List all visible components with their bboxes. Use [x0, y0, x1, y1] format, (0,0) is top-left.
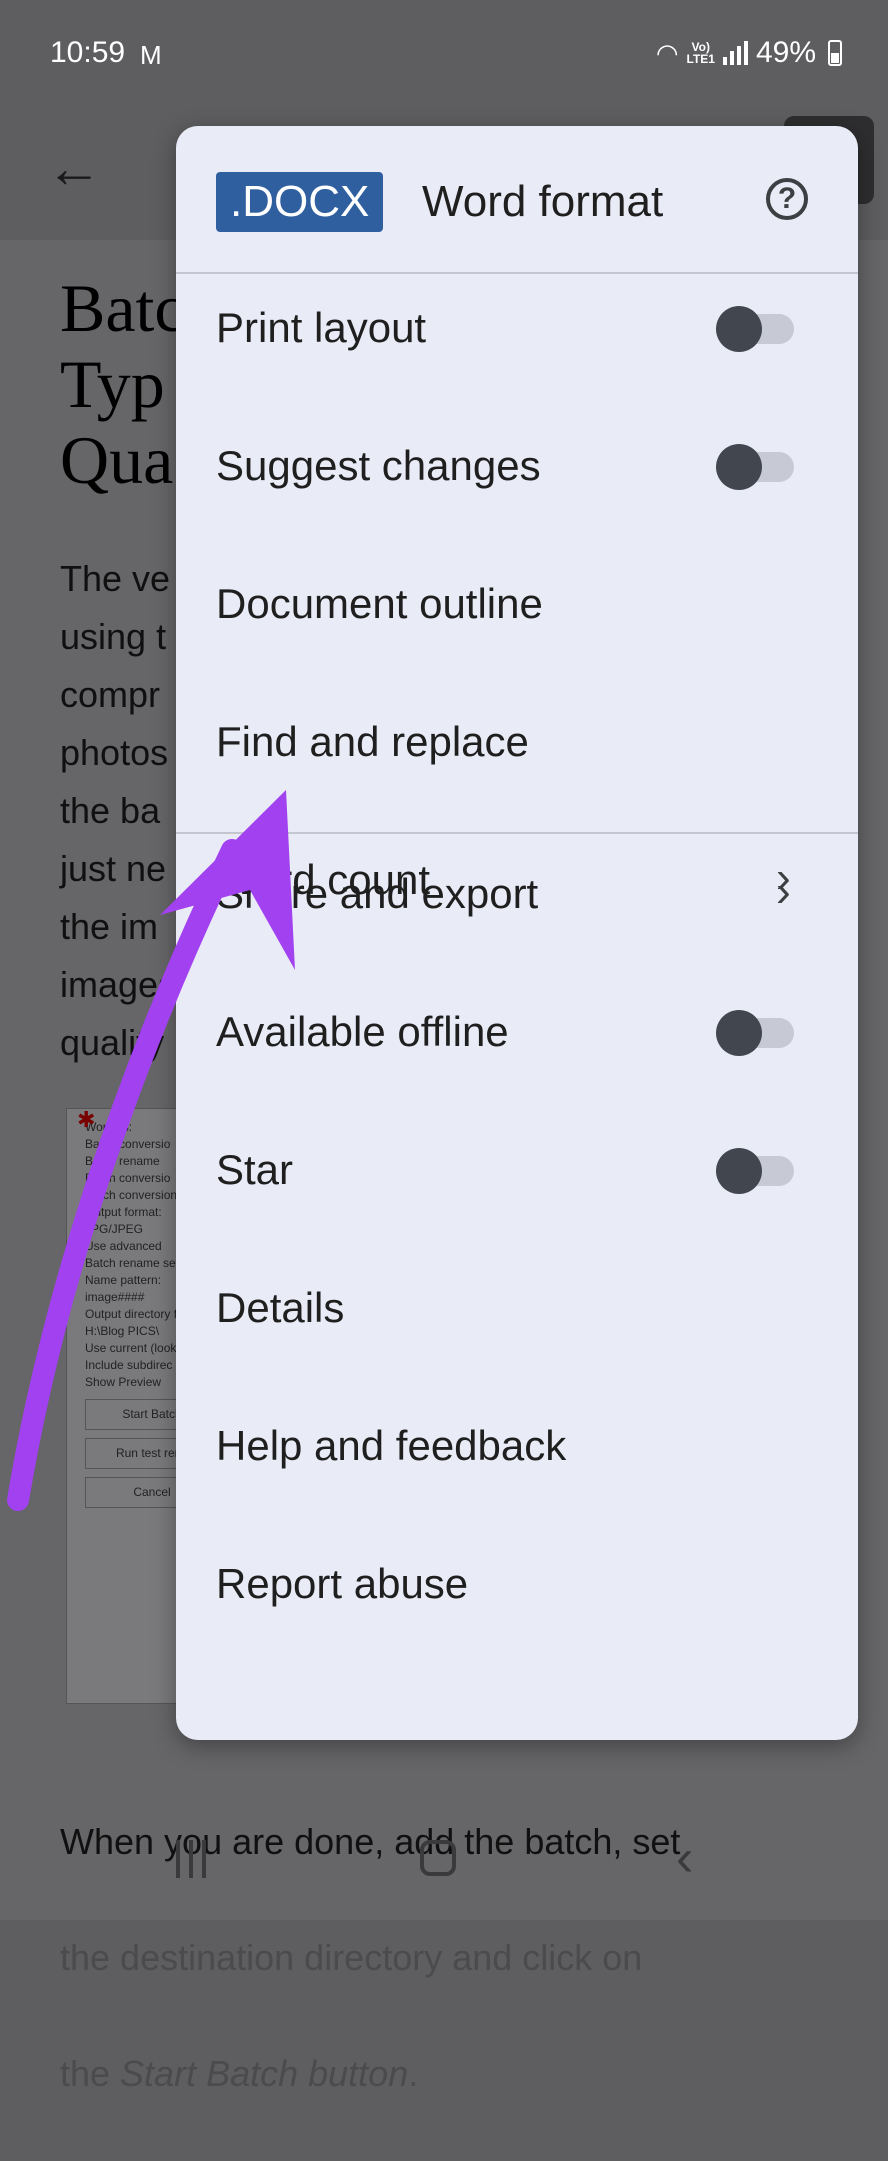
- menu-item-label: Details: [216, 1284, 345, 1331]
- document-bottom-text: When you are done, add the batch, set th…: [60, 1755, 860, 2161]
- help-icon[interactable]: ?: [766, 178, 808, 220]
- menu-item-suggest-changes[interactable]: Suggest changes: [176, 412, 858, 522]
- docx-badge: .DOCX: [216, 172, 384, 232]
- battery-percent: 49%: [755, 36, 816, 69]
- menu-item-available-offline[interactable]: Available offline: [176, 978, 858, 1088]
- nav-back-icon[interactable]: ‹: [676, 1832, 693, 1884]
- signal-icon: [722, 41, 748, 65]
- gmail-notification-icon: M: [140, 40, 162, 70]
- toggle-thumb: [716, 1010, 762, 1056]
- menu-item-print-layout[interactable]: Print layout: [176, 274, 858, 384]
- available-offline-toggle[interactable]: [716, 1010, 796, 1056]
- menu-item-report-abuse[interactable]: Report abuse: [176, 1530, 858, 1640]
- menu-item-document-outline[interactable]: Document outline: [176, 550, 858, 660]
- menu-item-label: Print layout: [216, 304, 427, 351]
- menu-divider: [176, 832, 858, 834]
- toggle-thumb: [716, 306, 762, 352]
- chevron-right-icon: ›: [776, 867, 791, 916]
- toggle-thumb: [716, 1148, 762, 1194]
- wifi-icon: ◠: [655, 37, 679, 68]
- menu-item-label: Help and feedback: [216, 1422, 567, 1469]
- bottom-line-3-prefix: the: [60, 2053, 121, 2094]
- menu-item-star[interactable]: Star: [176, 1116, 858, 1226]
- home-icon[interactable]: [420, 1840, 456, 1876]
- format-title: Word format: [422, 177, 664, 226]
- menu-header: .DOCX Word format ?: [176, 126, 858, 272]
- overflow-menu: .DOCX Word format ? Print layout Suggest …: [176, 126, 858, 1740]
- menu-item-label: Share and export: [216, 870, 539, 917]
- back-arrow-icon[interactable]: ←: [46, 140, 102, 196]
- bottom-line-3: the Start Batch button.: [60, 2045, 860, 2103]
- figure-app-icon: ✱: [77, 1107, 96, 1132]
- battery-icon: [828, 40, 842, 66]
- menu-item-label: Available offline: [216, 1008, 509, 1055]
- menu-item-find-and-replace[interactable]: Find and replace: [176, 688, 858, 798]
- toggle-thumb: [716, 444, 762, 490]
- menu-item-label: Document outline: [216, 580, 543, 627]
- bottom-line-3-suffix: .: [408, 2053, 419, 2094]
- bottom-line-2: the destination directory and click on: [60, 1937, 643, 1978]
- suggest-changes-toggle[interactable]: [716, 444, 796, 490]
- menu-item-label: Star: [216, 1146, 294, 1193]
- system-nav-bar: ‹: [0, 1820, 888, 1920]
- status-bar: 10:59 M ◠ Vo) LTE1 49%: [0, 0, 888, 110]
- menu-item-label: Find and replace: [216, 718, 529, 765]
- volte-icon: Vo) LTE1: [687, 41, 715, 65]
- recents-icon[interactable]: [176, 1840, 206, 1878]
- menu-item-share-and-export[interactable]: Share and export ›: [176, 840, 858, 950]
- print-layout-toggle[interactable]: [716, 306, 796, 352]
- menu-item-label: Suggest changes: [216, 442, 541, 489]
- menu-item-details[interactable]: Details: [176, 1254, 858, 1364]
- bottom-line-3-italic: Start Batch button: [120, 2053, 409, 2094]
- status-time: 10:59: [50, 36, 126, 69]
- status-indicators: ◠ Vo) LTE1 49%: [656, 36, 842, 70]
- menu-item-help-and-feedback[interactable]: Help and feedback: [176, 1392, 858, 1502]
- lte-label: LTE1: [686, 52, 715, 66]
- menu-item-label: Report abuse: [216, 1560, 469, 1607]
- star-toggle[interactable]: [716, 1148, 796, 1194]
